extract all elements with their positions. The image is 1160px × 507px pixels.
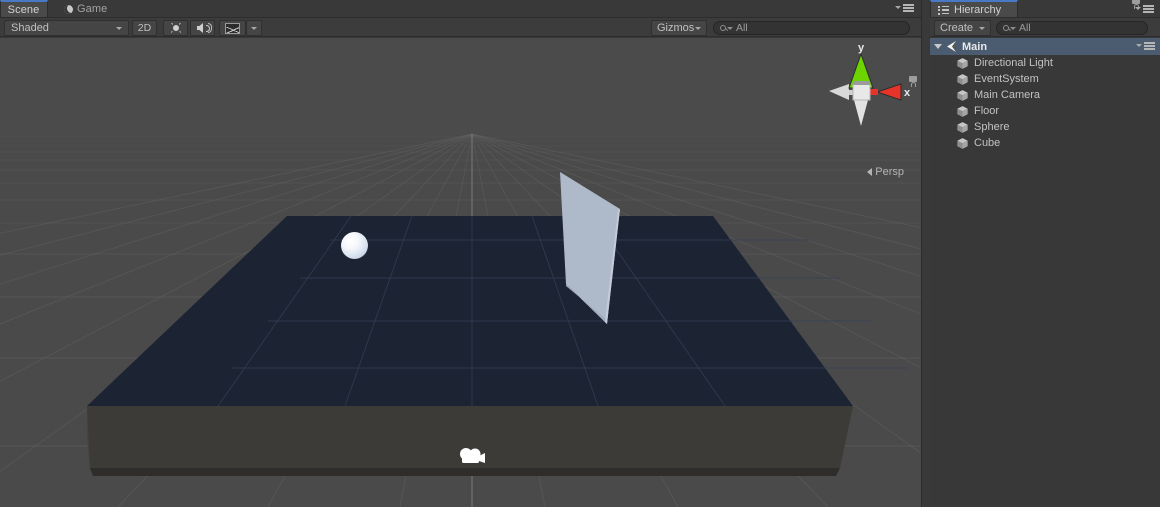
gameobject-cube-icon bbox=[956, 89, 969, 102]
gizmos-label: Gizmos bbox=[657, 22, 695, 34]
tab-hierarchy[interactable]: Hierarchy bbox=[930, 0, 1018, 18]
hierarchy-item[interactable]: Cube bbox=[930, 135, 1160, 151]
tab-game-label: Game bbox=[77, 3, 108, 15]
toggle-image-effects-button[interactable] bbox=[219, 20, 246, 36]
hierarchy-object-list: Directional Light EventSystem Main Camera F… bbox=[930, 55, 1160, 151]
hierarchy-tabstrip: Hierarchy bbox=[930, 0, 1160, 18]
hierarchy-scene-name: Main bbox=[962, 40, 988, 53]
hierarchy-scene-row[interactable]: Main bbox=[930, 38, 1160, 55]
hierarchy-item-label: Floor bbox=[974, 105, 1000, 117]
toggle-scene-lighting-button[interactable] bbox=[163, 20, 188, 36]
chevron-down-icon bbox=[1135, 7, 1141, 11]
gameobject-cube-icon bbox=[956, 57, 969, 70]
hierarchy-item-label: Cube bbox=[974, 137, 1001, 149]
tab-hierarchy-label: Hierarchy bbox=[954, 4, 1002, 16]
hamburger-menu-icon bbox=[903, 4, 914, 12]
hierarchy-item-label: Directional Light bbox=[974, 57, 1053, 69]
chevron-down-icon bbox=[979, 26, 985, 30]
hamburger-menu-icon bbox=[1144, 42, 1155, 50]
camera-gizmo-icon[interactable] bbox=[456, 444, 488, 470]
hierarchy-list-icon bbox=[938, 6, 949, 15]
hierarchy-toolbar: Create All bbox=[930, 18, 1160, 37]
scene-search-input[interactable]: All bbox=[713, 21, 910, 35]
toggle-scene-audio-button[interactable] bbox=[190, 20, 215, 36]
hierarchy-menu-button[interactable] bbox=[1135, 5, 1154, 13]
scene-orientation-gizmo[interactable]: y x bbox=[819, 38, 914, 158]
hierarchy-item[interactable]: Directional Light bbox=[930, 55, 1160, 71]
hierarchy-item-label: Sphere bbox=[974, 121, 1010, 133]
unity-scene-icon bbox=[947, 41, 956, 52]
scene-view-panel: Scene Game Shaded 2D Gizmos All y x Pers… bbox=[0, 0, 922, 507]
image-effects-dropdown[interactable] bbox=[246, 20, 262, 36]
scene-row-menu-button[interactable] bbox=[1136, 42, 1155, 50]
triangle-down-icon[interactable] bbox=[934, 44, 942, 49]
gizmos-dropdown[interactable]: Gizmos bbox=[651, 20, 707, 36]
left-arrow-icon bbox=[867, 168, 873, 176]
chevron-down-icon bbox=[251, 26, 257, 30]
panel-splitter[interactable] bbox=[922, 0, 930, 507]
hamburger-menu-icon bbox=[1143, 5, 1154, 13]
scene-panel-menu-button[interactable] bbox=[895, 4, 914, 12]
chevron-down-icon bbox=[895, 6, 901, 10]
svg-text:x: x bbox=[904, 87, 911, 99]
chevron-down-icon bbox=[116, 26, 122, 30]
shading-mode-label: Shaded bbox=[11, 22, 49, 34]
hierarchy-item[interactable]: Sphere bbox=[930, 119, 1160, 135]
moon-icon bbox=[64, 4, 73, 14]
gameobject-cube-icon bbox=[956, 105, 969, 118]
hierarchy-item-label: EventSystem bbox=[974, 73, 1039, 85]
hierarchy-item[interactable]: EventSystem bbox=[930, 71, 1160, 87]
gameobject-cube-icon bbox=[956, 73, 969, 86]
search-icon bbox=[1003, 25, 1016, 31]
toggle-2d-label: 2D bbox=[137, 22, 152, 34]
projection-mode-text: Persp bbox=[875, 166, 904, 178]
scene-tabstrip: Scene Game bbox=[0, 0, 922, 18]
tab-scene[interactable]: Scene bbox=[0, 0, 48, 18]
search-icon bbox=[720, 25, 733, 31]
hierarchy-search-input[interactable]: All bbox=[996, 21, 1148, 35]
shading-mode-dropdown[interactable]: Shaded bbox=[4, 20, 129, 36]
hierarchy-panel: Hierarchy Create All Main Directional Li… bbox=[930, 0, 1160, 507]
create-button[interactable]: Create bbox=[934, 20, 991, 36]
sun-icon bbox=[169, 22, 182, 35]
projection-mode-label[interactable]: Persp bbox=[867, 166, 904, 178]
create-button-label: Create bbox=[940, 22, 974, 34]
gameobject-cube-icon bbox=[956, 121, 969, 134]
hierarchy-item[interactable]: Main Camera bbox=[930, 87, 1160, 103]
svg-text:y: y bbox=[858, 42, 865, 54]
scene-viewport[interactable]: y x Persp bbox=[0, 38, 922, 507]
image-effects-icon bbox=[225, 22, 240, 34]
unity-editor-window: Scene Game Shaded 2D Gizmos All y x Pers… bbox=[0, 0, 1160, 507]
hierarchy-search-placeholder: All bbox=[1019, 22, 1031, 34]
object-cube[interactable] bbox=[0, 38, 922, 507]
chevron-down-icon bbox=[695, 26, 701, 30]
toggle-2d-button[interactable]: 2D bbox=[132, 20, 157, 36]
hierarchy-item-label: Main Camera bbox=[974, 89, 1041, 101]
tab-scene-label: Scene bbox=[7, 4, 40, 16]
hierarchy-item[interactable]: Floor bbox=[930, 103, 1160, 119]
scene-toolbar: Shaded 2D Gizmos All bbox=[0, 18, 922, 37]
gameobject-cube-icon bbox=[956, 137, 969, 150]
tab-game[interactable]: Game bbox=[56, 0, 116, 18]
scene-search-placeholder: All bbox=[736, 22, 748, 34]
chevron-down-icon bbox=[1136, 44, 1142, 48]
speaker-icon bbox=[196, 23, 212, 34]
